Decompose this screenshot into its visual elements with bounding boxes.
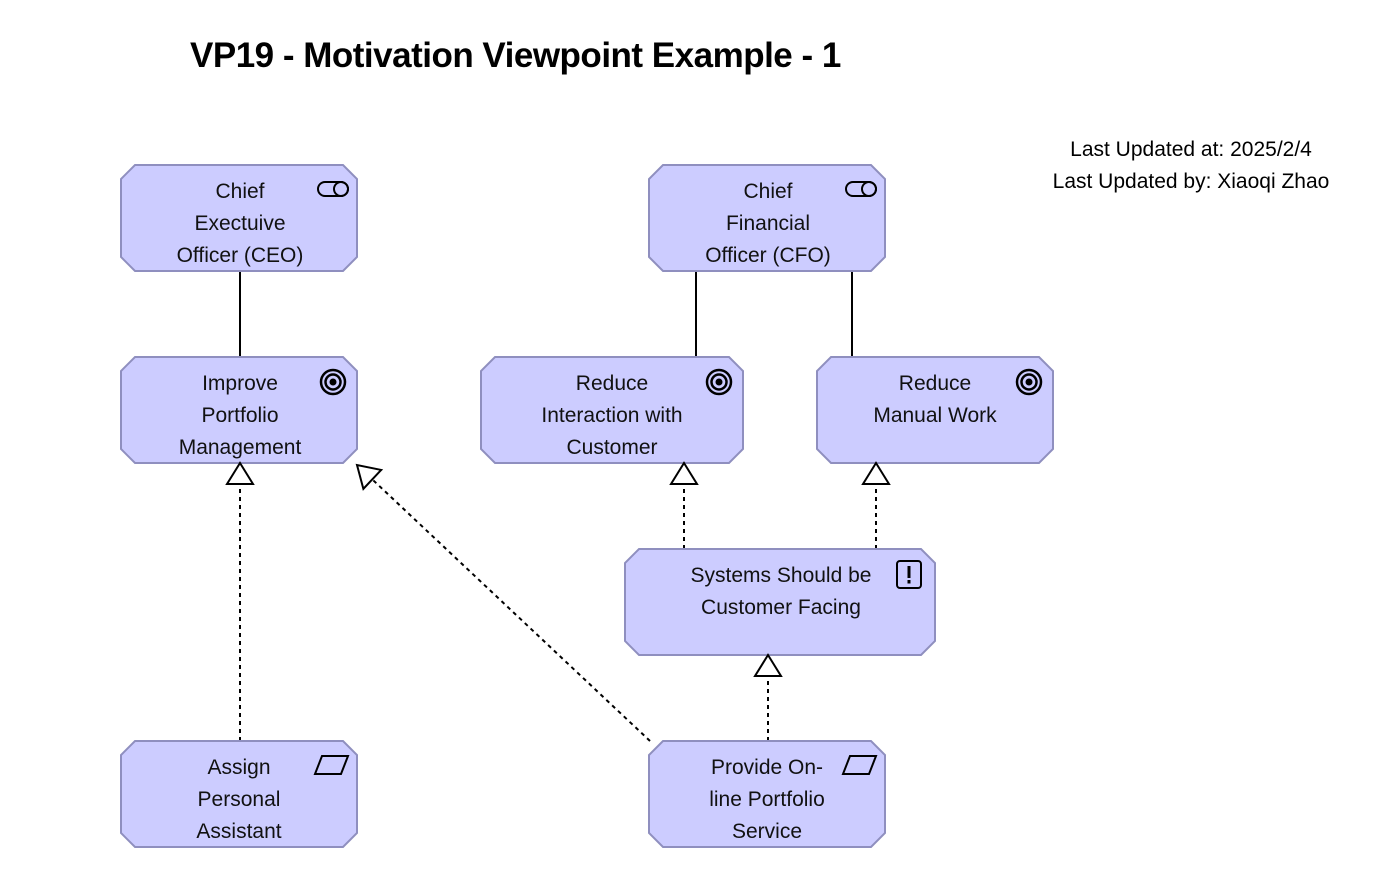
node-label-line: Officer (CFO) [705,244,831,267]
node-label-line: Financial [726,212,810,235]
node-label-line: Improve [202,372,278,395]
node-label-line: Chief [215,180,264,203]
node-label-line: Officer (CEO) [177,244,304,267]
goal-icon [319,368,347,396]
node-cfo[interactable]: Chief Financial Officer (CFO) [648,164,886,272]
node-label-line: Systems Should be [691,564,872,587]
node-label-line: Assign [207,756,270,779]
node-reduce-interaction[interactable]: Reduce Interaction with Customer [480,356,744,464]
node-label-line: Exectuive [194,212,285,235]
nodes-layer: Chief Exectuive Officer (CEO) Chief Financia… [120,164,1054,848]
node-reduce-manual[interactable]: Reduce Manual Work [816,356,1054,464]
realization-edge[interactable] [372,479,651,742]
node-label-line: Customer [566,436,657,459]
node-improve[interactable]: Improve Portfolio Management [120,356,358,464]
node-label-line: Manual Work [873,404,997,427]
realization-arrowhead [753,653,783,677]
realization-arrowhead [225,461,255,485]
node-label-line: Chief [743,180,792,203]
goal-icon [705,368,733,396]
node-label-line: line Portfolio [709,788,825,811]
node-label-line: Interaction with [541,404,682,427]
motivation-diagram: Chief Exectuive Officer (CEO) Chief Financia… [120,164,1054,848]
node-label-line: Service [732,820,802,843]
node-label-line: Management [179,436,302,459]
node-label-line: Reduce [899,372,971,395]
realization-arrowhead [861,461,891,485]
node-label-line: Reduce [576,372,648,395]
node-systems[interactable]: Systems Should be Customer Facing [624,548,936,656]
goal-icon [1015,368,1043,396]
realization-arrowhead [669,461,699,485]
node-ceo[interactable]: Chief Exectuive Officer (CEO) [120,164,358,272]
node-assign[interactable]: Assign Personal Assistant [120,740,358,848]
node-label-line: Personal [198,788,281,811]
realization-arrowhead [355,463,384,491]
edges-layer [239,271,877,742]
node-label-line: Assistant [196,820,281,843]
node-label-line: Portfolio [201,404,278,427]
node-label-line: Provide On- [711,756,823,779]
node-provide[interactable]: Provide On-line Portfolio Service [648,740,886,848]
node-label-line: Customer Facing [701,596,861,619]
